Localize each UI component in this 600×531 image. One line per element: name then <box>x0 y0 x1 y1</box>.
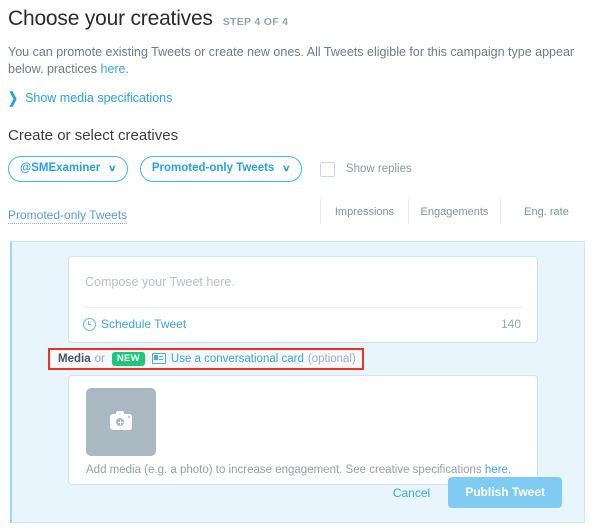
compose-footer: Schedule Tweet 140 <box>69 308 537 342</box>
compose-tweet-input[interactable]: Compose your Tweet here. <box>69 257 537 307</box>
camera-lens-plus-icon <box>116 418 124 426</box>
clock-icon <box>83 317 96 331</box>
media-label: Media <box>58 352 91 365</box>
show-replies-label: Show replies <box>345 163 412 175</box>
tweet-type-filter-dropdown[interactable]: Promoted-only Tweets ∨ <box>139 156 302 182</box>
tweet-type-filter-label: Promoted-only Tweets <box>151 162 275 174</box>
intro-line-2-prefix: practices <box>46 62 101 76</box>
media-upload-card: Add media (e.g. a photo) to increase eng… <box>68 375 538 485</box>
compose-tweet-card: Compose your Tweet here. Schedule Tweet … <box>68 256 538 343</box>
chevron-right-icon: ❯ <box>8 89 19 107</box>
chevron-down-icon: ∨ <box>282 163 292 173</box>
optional-text: (optional) <box>307 352 356 365</box>
tweet-composer-panel: Compose your Tweet here. Schedule Tweet … <box>10 241 585 523</box>
media-hint-text: Add media (e.g. a photo) to increase eng… <box>86 464 511 476</box>
camera-dot-icon <box>128 416 130 418</box>
table-column-engagements[interactable]: Engagements <box>408 199 500 224</box>
account-filter-label: @SMExaminer <box>20 162 101 174</box>
camera-icon <box>110 411 132 430</box>
new-badge: NEW <box>111 351 145 366</box>
best-practices-link[interactable]: here <box>100 62 125 76</box>
creatives-filter-row: @SMExaminer ∨ Promoted-only Tweets ∨ Sho… <box>8 156 592 182</box>
page-title: Choose your creatives <box>8 7 213 30</box>
intro-line-2-suffix: . <box>125 62 129 76</box>
chevron-down-icon: ∨ <box>108 163 117 173</box>
media-or-text: or <box>94 352 105 365</box>
show-media-specifications-link[interactable]: Show media specifications <box>25 91 172 105</box>
account-filter-dropdown[interactable]: @SMExaminer ∨ <box>8 156 128 182</box>
media-options-label-row: Media or NEW Use a conversational card (… <box>48 348 364 370</box>
creative-specifications-link[interactable]: here <box>485 464 508 476</box>
intro-text: You can promote existing Tweets or creat… <box>8 44 592 78</box>
media-hint-prefix: Add media (e.g. a photo) to increase eng… <box>86 464 485 476</box>
section-title-create-creatives: Create or select creatives <box>8 127 179 144</box>
add-media-button[interactable] <box>86 388 156 456</box>
show-media-specifications-row[interactable]: ❯ Show media specifications <box>8 89 592 107</box>
step-indicator: STEP 4 OF 4 <box>222 16 289 28</box>
creatives-table-header: Promoted-only Tweets Impressions Engagem… <box>0 199 600 224</box>
conversational-card-icon <box>151 353 166 364</box>
character-counter: 140 <box>500 317 521 331</box>
show-replies-checkbox[interactable] <box>319 161 335 177</box>
page-header: Choose your creatives STEP 4 OF 4 <box>0 0 600 32</box>
table-column-eng-rate[interactable]: Eng. rate <box>500 199 592 224</box>
table-column-promoted-only-tweets[interactable]: Promoted-only Tweets <box>8 208 128 224</box>
panel-actions: Cancel Publish Tweet <box>393 477 562 508</box>
cancel-button[interactable]: Cancel <box>393 486 430 500</box>
schedule-tweet-link[interactable]: Schedule Tweet <box>101 317 186 331</box>
publish-tweet-button[interactable]: Publish Tweet <box>448 477 562 508</box>
media-hint-suffix: . <box>507 464 512 476</box>
table-column-impressions[interactable]: Impressions <box>320 199 408 224</box>
use-conversational-card-link[interactable]: Use a conversational card <box>171 353 304 365</box>
